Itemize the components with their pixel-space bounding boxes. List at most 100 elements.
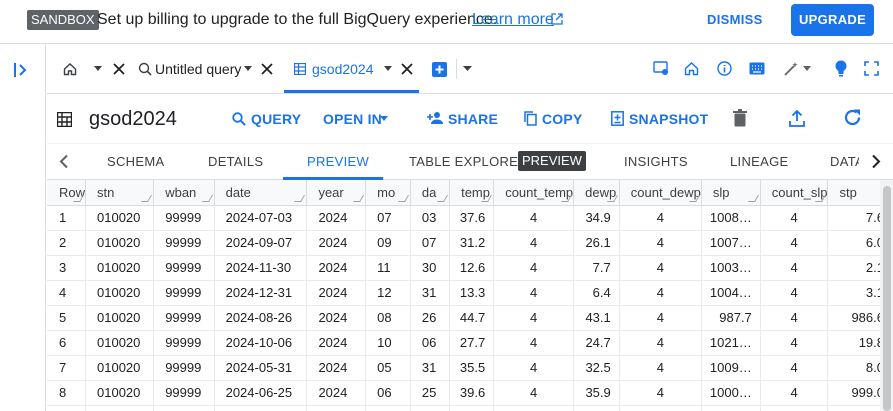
table-cell[interactable]: 4: [760, 280, 829, 306]
column-header-year[interactable]: year: [306, 180, 367, 206]
close-icon[interactable]: [113, 63, 125, 75]
table-cell[interactable]: 12: [365, 280, 411, 306]
table-cell[interactable]: [619, 405, 702, 411]
table-cell[interactable]: 99999: [153, 255, 215, 281]
table-cell[interactable]: 2024: [306, 205, 367, 231]
column-header-temp[interactable]: temp: [449, 180, 495, 206]
table-cell[interactable]: 07: [410, 230, 451, 256]
table-cell[interactable]: 1009…: [701, 355, 761, 381]
table-cell[interactable]: 2024: [306, 255, 367, 281]
table-cell[interactable]: 010020: [85, 255, 155, 281]
table-cell[interactable]: 2024-05-31: [214, 355, 308, 381]
table-cell[interactable]: 2024-11-30: [214, 255, 308, 281]
monitor-icon[interactable]: [653, 61, 669, 76]
table-cell[interactable]: 12.6: [449, 255, 495, 281]
table-cell[interactable]: 32.5: [573, 355, 620, 381]
table-cell[interactable]: 09: [365, 230, 411, 256]
table-cell[interactable]: 4: [760, 255, 829, 281]
table-cell[interactable]: 1008…: [701, 205, 761, 231]
table-cell[interactable]: [85, 405, 155, 411]
table-cell[interactable]: 34.9: [573, 205, 620, 231]
table-cell[interactable]: 4: [760, 305, 829, 331]
table-cell[interactable]: 99999: [153, 330, 215, 356]
table-cell[interactable]: 24.7: [573, 330, 620, 356]
row-number[interactable]: 2: [47, 230, 87, 256]
table-cell[interactable]: [493, 405, 575, 411]
column-header-row[interactable]: Row: [47, 180, 87, 206]
open-in-button[interactable]: OPEN IN: [323, 109, 382, 129]
table-cell[interactable]: 99999: [153, 280, 215, 306]
table-cell[interactable]: 99999: [153, 380, 215, 406]
tab-home[interactable]: [57, 45, 125, 93]
column-header-count_temp[interactable]: count_temp: [493, 180, 575, 206]
table-cell[interactable]: 2024: [306, 330, 367, 356]
table-cell[interactable]: 99999: [153, 205, 215, 231]
table-cell[interactable]: 4: [493, 355, 575, 381]
lightbulb-icon[interactable]: [835, 60, 847, 77]
table-cell[interactable]: 1003…: [701, 255, 761, 281]
table-cell[interactable]: 35.9: [573, 380, 620, 406]
refresh-icon[interactable]: [843, 108, 862, 127]
chevron-left-icon[interactable]: [59, 154, 69, 169]
table-cell[interactable]: 4: [493, 205, 575, 231]
table-cell[interactable]: 1007…: [701, 230, 761, 256]
magic-wand-icon[interactable]: [783, 61, 799, 77]
learn-more-link[interactable]: Learn more: [472, 10, 554, 30]
table-cell[interactable]: 010020: [85, 305, 155, 331]
table-cell[interactable]: 4: [760, 205, 829, 231]
tab-lineage[interactable]: LINEAGE: [730, 152, 788, 172]
table-cell[interactable]: 1021…: [701, 330, 761, 356]
table-cell[interactable]: 4: [760, 230, 829, 256]
chevron-down-icon[interactable]: [94, 66, 102, 72]
table-cell[interactable]: 2024: [306, 280, 367, 306]
column-header-stn[interactable]: stn: [85, 180, 155, 206]
chevron-right-icon[interactable]: [871, 154, 881, 169]
table-cell[interactable]: [701, 405, 761, 411]
table-cell[interactable]: 4: [619, 280, 702, 306]
column-header-slp[interactable]: slp: [701, 180, 761, 206]
tab-gsod2024[interactable]: gsod2024: [284, 45, 419, 93]
row-number[interactable]: 5: [47, 305, 87, 331]
table-cell[interactable]: 39.6: [449, 380, 495, 406]
table-cell[interactable]: 4: [619, 355, 702, 381]
upgrade-button[interactable]: UPGRADE: [791, 4, 874, 36]
table-cell[interactable]: 99999: [153, 355, 215, 381]
table-cell[interactable]: 4: [493, 280, 575, 306]
table-cell[interactable]: 010020: [85, 205, 155, 231]
table-cell[interactable]: 11: [365, 255, 411, 281]
tab-schema[interactable]: SCHEMA: [107, 152, 164, 172]
tab-insights[interactable]: INSIGHTS: [624, 152, 688, 172]
table-cell[interactable]: 010020: [85, 380, 155, 406]
table-cell[interactable]: 35.5: [449, 355, 495, 381]
table-cell[interactable]: [365, 405, 411, 411]
table-cell[interactable]: 31: [410, 355, 451, 381]
column-header-mo[interactable]: mo: [365, 180, 411, 206]
table-cell[interactable]: 27.7: [449, 330, 495, 356]
row-number[interactable]: 3: [47, 255, 87, 281]
table-cell[interactable]: 06: [365, 380, 411, 406]
table-cell[interactable]: 26.1: [573, 230, 620, 256]
column-header-date[interactable]: date: [214, 180, 308, 206]
table-cell[interactable]: [214, 405, 308, 411]
chevron-down-icon[interactable]: [803, 66, 811, 72]
table-cell[interactable]: 4: [493, 330, 575, 356]
table-cell[interactable]: 30: [410, 255, 451, 281]
table-cell[interactable]: 4: [619, 380, 702, 406]
row-number[interactable]: 8: [47, 380, 87, 406]
table-cell[interactable]: 4: [619, 330, 702, 356]
table-cell[interactable]: 010020: [85, 330, 155, 356]
table-cell[interactable]: 31.2: [449, 230, 495, 256]
close-icon[interactable]: [401, 63, 413, 75]
chevron-down-icon[interactable]: [244, 66, 252, 72]
new-tab-icon[interactable]: [432, 62, 447, 77]
table-cell[interactable]: 987.7: [701, 305, 761, 331]
table-cell[interactable]: 010020: [85, 230, 155, 256]
table-cell[interactable]: 4: [760, 380, 829, 406]
delete-icon[interactable]: [733, 109, 747, 127]
table-cell[interactable]: 4: [493, 380, 575, 406]
table-cell[interactable]: 08: [365, 305, 411, 331]
row-number[interactable]: [47, 405, 87, 411]
expand-icon[interactable]: [864, 61, 879, 76]
tab-details[interactable]: DETAILS: [208, 152, 263, 172]
table-cell[interactable]: [760, 405, 829, 411]
